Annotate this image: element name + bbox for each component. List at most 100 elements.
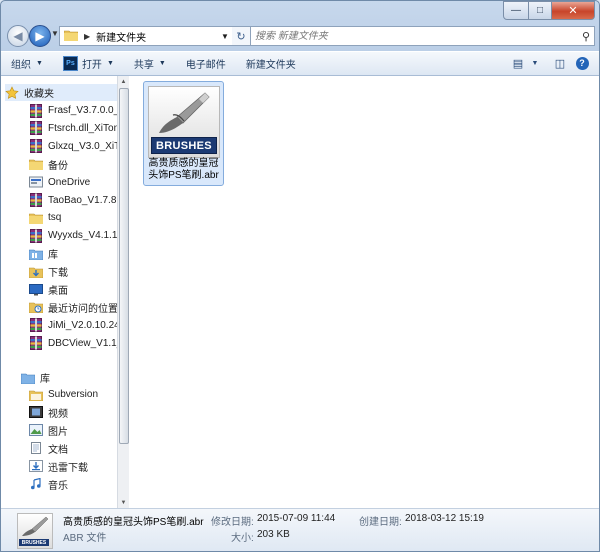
sidebar-item-label: Frasf_V3.7.0.0_XiTongZhiJia [48,105,117,116]
toolbar-right: ▤ ▼ ◫ ? [507,53,593,73]
organize-button[interactable]: 组织 ▼ [1,54,53,74]
sidebar-item[interactable]: Glxzq_V3.0_XiTongZhiJia [29,138,117,155]
help-icon: ? [575,56,589,70]
view-dropdown[interactable]: ▼ [529,53,541,73]
sidebar-item[interactable]: tsq [29,209,61,226]
sidebar-item-label: Wyyxds_V4.1.1.0_XiTongZhiJia [48,230,117,242]
search-box[interactable]: ⚲ [250,26,595,46]
help-button[interactable]: ? [571,53,593,73]
abr-file-thumbnail-icon: BRUSHES [17,513,53,549]
minimize-button[interactable]: — [503,1,529,20]
sidebar-item-label: 迅雷下载 [48,462,88,474]
file-item[interactable]: BRUSHES 高贵质感的皇冠 头饰PS笔刷.abr [143,81,224,186]
sidebar-item-label: Glxzq_V3.0_XiTongZhiJia [48,140,117,152]
refresh-button[interactable]: ↻ [232,26,251,46]
videos-icon [29,405,43,419]
history-dropdown[interactable]: ▼ [51,29,59,38]
abr-file-icon: BRUSHES [148,86,220,158]
preview-pane-icon[interactable]: ◫ [549,53,571,73]
view-icon[interactable]: ▤ [507,53,529,73]
chevron-down-icon: ▼ [106,60,114,67]
folder-icon [29,211,43,225]
desktop-icon [29,283,43,297]
sidebar-item[interactable]: 音乐 [29,476,68,493]
winrar-icon [29,228,43,243]
navigation-pane: 收藏夹 Frasf_V3.7.0.0_XiTongZhiJia Ftsrch.dl… [1,76,117,508]
command-bar: 组织 ▼ Ps 打开 ▼ 共享 ▼ 电子邮件 新建文件夹 ▤ ▼ ◫ ? [1,51,599,76]
search-input[interactable] [251,29,578,43]
sidebar-item-label: Ftsrch.dll_XiTongZhiJia [48,122,117,134]
address-bar[interactable]: ▶ 新建文件夹 [59,26,220,46]
navigation-scrollbar[interactable]: ▲ ▼ [117,76,129,508]
chevron-down-icon: ▼ [36,60,43,67]
sidebar-item-label: 库 [48,250,58,262]
sidebar-item[interactable]: 最近访问的位置 [29,299,117,316]
modified-label: 修改日期: [211,517,254,528]
sidebar-item[interactable]: 文档 [29,440,68,457]
sidebar-item[interactable]: 视频 [29,404,68,421]
explorer-window: — □ ✕ ◀ ▶ ▼ ▶ 新建文件夹 ▼ ↻ ⚲ 组织▼ Ps打开▼ 共享▼ … [0,0,600,552]
share-button[interactable]: 共享 ▼ [124,54,176,74]
sidebar-item[interactable]: Frasf_V3.7.0.0_XiTongZhiJia [29,102,117,119]
sidebar-libraries-header[interactable]: 库 [21,369,50,386]
sidebar-item[interactable]: 库 [29,245,58,262]
forward-button[interactable]: ▶ [29,25,51,47]
sidebar-item[interactable]: 下载 [29,263,68,280]
sidebar-item[interactable]: TaoBao_V1.7.8.0_XiTongZhiJia [29,192,117,209]
back-arrow-icon: ◀ [13,29,23,43]
sidebar-header-label: 库 [40,374,50,385]
sidebar-item[interactable]: 桌面 [29,281,68,298]
sidebar-header-label: 收藏夹 [24,89,54,100]
sidebar-favorites-header[interactable]: 收藏夹 [5,84,117,101]
refresh-icon: ↻ [236,30,246,43]
sidebar-item[interactable]: 图片 [29,422,68,439]
scroll-down-button[interactable]: ▼ [118,497,129,508]
winrar-icon [29,103,43,118]
sidebar-item[interactable]: Ftsrch.dll_XiTongZhiJia [29,120,117,137]
sidebar-item[interactable]: JiMi_V2.0.10.24_XiTongZhiJia [29,317,117,334]
sidebar-item-label: tsq [48,212,62,224]
sidebar-item[interactable]: DBCView_V1.1_XiTongZhiJia [29,335,117,352]
folder-icon [63,29,79,44]
navigation-bar: ◀ ▶ ▼ ▶ 新建文件夹 ▼ ↻ ⚲ [1,23,599,49]
maximize-button[interactable]: □ [529,1,552,20]
open-button[interactable]: Ps 打开 ▼ [53,54,124,74]
downloads-icon [29,265,43,279]
sidebar-item-label: OneDrive [48,176,91,188]
sidebar-item[interactable]: 迅雷下载 [29,458,88,475]
sidebar-item-label: JiMi_V2.0.10.24_XiTongZhiJia [48,319,117,331]
music-icon [29,477,43,491]
file-list-area[interactable]: BRUSHES 高贵质感的皇冠 头饰PS笔刷.abr [129,76,599,508]
sidebar-item-label: 下载 [48,268,68,280]
winrar-icon [29,139,43,154]
chevron-down-icon: ▼ [158,60,166,67]
sidebar-item[interactable]: Wyyxds_V4.1.1.0_XiTongZhiJia [29,227,117,244]
details-pane: BRUSHES 高贵质感的皇冠头饰PS笔刷.abr ABR 文件 修改日期: 2… [1,508,599,551]
search-icon[interactable]: ⚲ [578,30,594,43]
winrar-icon [29,318,43,333]
back-button[interactable]: ◀ [7,25,29,47]
sidebar-item[interactable]: Subversion [29,386,98,403]
close-button[interactable]: ✕ [552,1,595,20]
new-folder-button[interactable]: 新建文件夹 [236,54,306,74]
breadcrumb-separator[interactable]: ▶ [84,32,90,41]
details-file-type: ABR 文件 [63,533,107,544]
file-name: 高贵质感的皇冠 头饰PS笔刷.abr [148,158,219,181]
sidebar-item[interactable]: 备份 [29,156,68,173]
breadcrumb-current[interactable]: 新建文件夹 [96,29,146,44]
subversion-icon [29,388,43,402]
email-button[interactable]: 电子邮件 [176,54,236,74]
scroll-thumb[interactable] [119,88,129,444]
onedrive-icon [29,175,43,189]
forward-arrow-icon: ▶ [35,29,45,43]
sidebar-item-label: Subversion [48,389,99,400]
sidebar-item-label: 备份 [48,160,68,172]
address-dropdown[interactable]: ▼ [218,26,233,46]
details-file-name: 高贵质感的皇冠头饰PS笔刷.abr [63,517,204,528]
sidebar-item[interactable]: OneDrive [29,174,90,191]
folder-icon [29,157,43,171]
winrar-icon [29,336,43,351]
scroll-up-button[interactable]: ▲ [118,76,129,87]
file-size: 203 KB [257,529,290,540]
winrar-icon [29,193,43,207]
